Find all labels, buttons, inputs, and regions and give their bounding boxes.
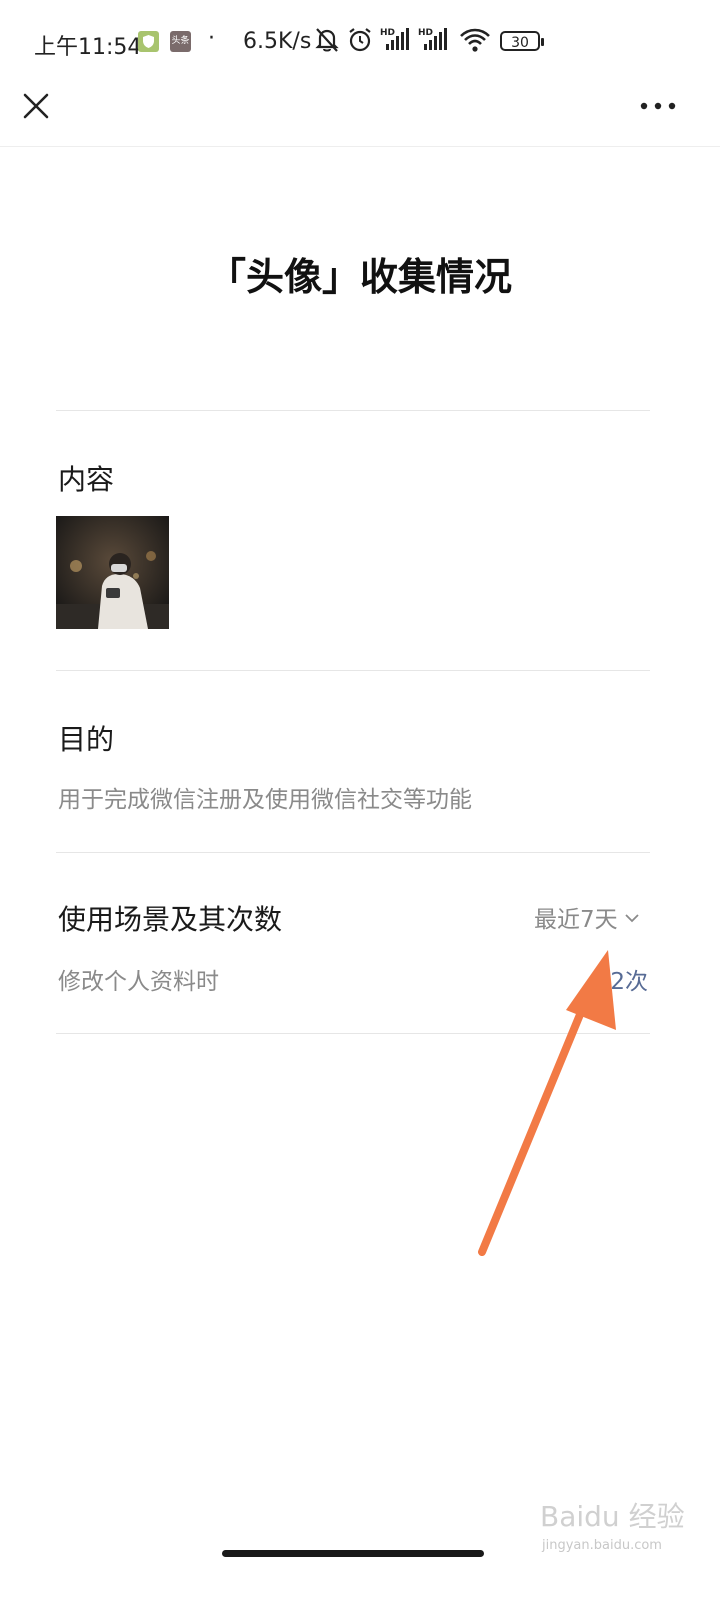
shield-app-icon	[138, 31, 159, 52]
status-time: 上午11:54	[34, 35, 142, 60]
home-indicator[interactable]	[222, 1550, 484, 1557]
purpose-label: 目的	[58, 723, 115, 756]
signal-hd-2-icon: HD	[418, 26, 452, 60]
bell-muted-icon	[314, 26, 340, 60]
more-icon[interactable]	[638, 96, 678, 116]
avatar-image[interactable]	[56, 516, 169, 629]
toutiao-app-label: 头条	[171, 36, 190, 46]
divider	[56, 410, 650, 411]
baidu-watermark-url: jingyan.baidu.com	[542, 1538, 662, 1553]
signal-hd-1-icon: HD	[380, 26, 414, 60]
baidu-watermark: Baidu 经验	[540, 1500, 685, 1533]
close-icon[interactable]	[20, 90, 52, 122]
time-range-dropdown[interactable]: 最近7天	[534, 900, 640, 934]
status-dot: ·	[208, 26, 215, 51]
screen: 上午11:54 头条 · 6.5K/s HD HD 30 「头像」收集情况 内容…	[0, 0, 720, 1600]
toutiao-app-icon: 头条	[170, 31, 191, 52]
nav-bar	[0, 70, 720, 147]
annotation-arrow-icon	[470, 940, 630, 1264]
time-range-label: 最近7天	[534, 907, 618, 933]
battery-indicator: 30	[500, 31, 544, 51]
svg-text:HD: HD	[418, 28, 433, 38]
page-title: 「头像」收集情况	[207, 255, 512, 299]
purpose-description: 用于完成微信注册及使用微信社交等功能	[58, 787, 472, 813]
divider	[56, 852, 650, 853]
usage-label: 使用场景及其次数	[58, 903, 283, 936]
divider	[56, 670, 650, 671]
wifi-icon	[459, 26, 491, 60]
content-label: 内容	[58, 463, 115, 496]
network-speed: 6.5K/s	[243, 29, 312, 54]
chevron-down-icon	[624, 904, 640, 930]
alarm-icon	[346, 26, 374, 60]
svg-text:HD: HD	[380, 28, 395, 38]
usage-scene: 修改个人资料时	[58, 969, 219, 995]
